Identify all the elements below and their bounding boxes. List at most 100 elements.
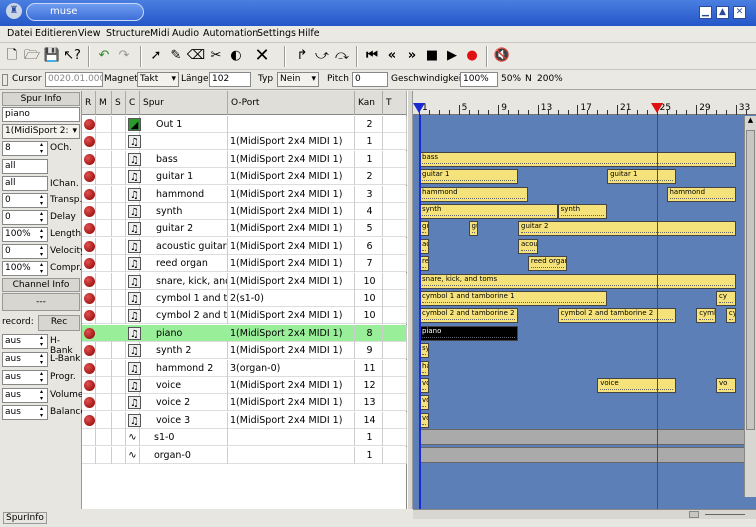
midi-part[interactable]: synth bbox=[419, 204, 558, 219]
midi-part[interactable]: guitar 1 bbox=[607, 169, 677, 185]
mute-cell[interactable] bbox=[96, 359, 112, 377]
solo-cell[interactable] bbox=[112, 394, 126, 412]
scissors-tool-icon[interactable]: ✂ bbox=[206, 46, 226, 66]
record-arm-icon[interactable] bbox=[84, 153, 95, 165]
maximize-icon[interactable]: ▲ bbox=[716, 6, 729, 19]
solo-cell[interactable] bbox=[112, 185, 126, 203]
mute-cell[interactable] bbox=[96, 429, 112, 447]
track-channel[interactable]: 10 bbox=[355, 290, 383, 307]
record-arm-icon[interactable] bbox=[84, 380, 95, 391]
time-ruler[interactable]: 1 5 9 13 17 21 25 29 33 bbox=[413, 91, 756, 115]
status-spurinfo[interactable]: SpurInfo bbox=[3, 512, 47, 524]
glue-tool-icon[interactable]: ◐ bbox=[226, 46, 246, 66]
lbank-spinbox[interactable]: aus bbox=[2, 352, 48, 367]
midi-part[interactable]: hammond bbox=[419, 186, 528, 202]
track-row[interactable]: snare, kick, and t1(MidiSport 2x4 MIDI 1… bbox=[82, 272, 407, 290]
mute-cell[interactable] bbox=[96, 377, 112, 394]
solo-cell[interactable] bbox=[112, 220, 126, 238]
play-icon[interactable]: ▶ bbox=[442, 46, 462, 66]
record-arm-icon[interactable] bbox=[84, 240, 95, 252]
track-row[interactable]: voice 2 1(MidiSport 2x4 MIDI 1) 13 ♫ bbox=[82, 394, 407, 412]
menu-automation[interactable]: Automation bbox=[203, 28, 258, 39]
midi-part[interactable]: guitar 1 bbox=[419, 169, 518, 185]
mute-cell[interactable] bbox=[96, 185, 112, 203]
record-arm-icon[interactable] bbox=[84, 293, 95, 304]
panic-icon[interactable]: ↱ bbox=[292, 46, 312, 66]
solo-cell[interactable] bbox=[112, 359, 126, 377]
mute-cell[interactable] bbox=[96, 116, 112, 133]
mute-cell[interactable] bbox=[96, 446, 112, 464]
midi-part[interactable]: gu bbox=[468, 221, 479, 237]
track-channel[interactable]: 3 bbox=[355, 185, 383, 203]
pencil-tool-icon[interactable]: ✎ bbox=[166, 46, 186, 66]
column-header-spur[interactable]: Spur bbox=[140, 91, 228, 115]
left-marker-icon[interactable] bbox=[413, 103, 425, 113]
help-whatsthis-icon[interactable]: ↖? bbox=[62, 46, 82, 66]
solo-cell[interactable] bbox=[112, 150, 126, 168]
track-channel[interactable]: 4 bbox=[355, 203, 383, 220]
mute-cell[interactable] bbox=[96, 290, 112, 307]
solo-cell[interactable] bbox=[112, 411, 126, 429]
playhead-marker-icon[interactable] bbox=[650, 103, 663, 113]
horizontal-scrollbar[interactable] bbox=[413, 509, 756, 519]
mute-cell[interactable] bbox=[96, 150, 112, 168]
record-icon[interactable]: ● bbox=[462, 46, 482, 66]
mute-cell[interactable] bbox=[96, 237, 112, 255]
open-folder-icon[interactable]: 🗁 bbox=[22, 46, 42, 66]
stop-icon[interactable]: ■ bbox=[422, 46, 442, 66]
redo-icon[interactable]: ↷ bbox=[114, 46, 134, 66]
mute-cell[interactable] bbox=[96, 272, 112, 290]
solo-cell[interactable] bbox=[112, 116, 126, 133]
pointer-tool-icon[interactable]: ➚ bbox=[146, 46, 166, 66]
record-cell[interactable] bbox=[82, 446, 96, 464]
hbank-spinbox[interactable]: aus bbox=[2, 334, 48, 349]
track-row[interactable]: 1(MidiSport 2x4 MIDI 1) 1 ♫ bbox=[82, 133, 407, 151]
eraser-tool-icon[interactable]: ⌫ bbox=[186, 46, 206, 66]
column-header-kan[interactable]: Kan bbox=[355, 91, 383, 115]
volume-spinbox[interactable]: aus bbox=[2, 388, 48, 403]
loop-icon[interactable]: ⤻ bbox=[312, 46, 332, 66]
menu-view[interactable]: View bbox=[78, 28, 101, 39]
spur-info-header[interactable]: Spur Info bbox=[2, 92, 80, 106]
channel-info-header[interactable]: Channel Info bbox=[2, 278, 80, 292]
column-header-t[interactable]: T bbox=[383, 91, 407, 115]
record-arm-icon[interactable] bbox=[84, 327, 95, 339]
track-channel[interactable]: 2 bbox=[355, 116, 383, 133]
midi-part[interactable]: guitar 2 bbox=[518, 221, 736, 237]
program-spinbox[interactable]: aus bbox=[2, 370, 48, 385]
punch-icon[interactable]: ⤼ bbox=[332, 46, 352, 66]
track-row[interactable]: Out 1 2 ◢ bbox=[82, 116, 407, 133]
toolbar-handle[interactable] bbox=[2, 74, 8, 86]
midi-part[interactable]: cymbol 1 and tamborine 1 bbox=[419, 291, 608, 306]
midi-part[interactable]: acous bbox=[518, 238, 538, 254]
record-arm-icon[interactable] bbox=[84, 188, 95, 200]
mute-tool-icon[interactable]: ✕ bbox=[252, 46, 272, 66]
record-arm-icon[interactable] bbox=[84, 275, 95, 287]
mute-cell[interactable] bbox=[96, 255, 112, 273]
midi-part[interactable]: cymbol 2 and tamborine 2 bbox=[557, 308, 677, 324]
track-row[interactable]: synth 2 1(MidiSport 2x4 MIDI 1) 9 ♫ bbox=[82, 342, 407, 360]
track-channel[interactable]: 1 bbox=[355, 429, 383, 447]
panic-speaker-icon[interactable]: 🔇 bbox=[492, 46, 512, 66]
solo-cell[interactable] bbox=[112, 255, 126, 273]
column-header-r[interactable]: R bbox=[82, 91, 96, 115]
solo-cell[interactable] bbox=[112, 307, 126, 325]
column-header-s[interactable]: S bbox=[112, 91, 126, 115]
track-row[interactable]: guitar 1 1(MidiSport 2x4 MIDI 1) 2 ♫ bbox=[82, 168, 407, 186]
transpose-spinbox[interactable]: 0 bbox=[2, 193, 48, 208]
midi-part[interactable]: hammond bbox=[666, 186, 736, 202]
mute-cell[interactable] bbox=[96, 220, 112, 238]
delay-spinbox[interactable]: 0 bbox=[2, 210, 48, 225]
track-channel[interactable]: 1 bbox=[355, 150, 383, 168]
track-name-field[interactable]: piano bbox=[2, 107, 80, 122]
scroll-up-icon[interactable]: ▲ bbox=[746, 116, 755, 126]
midi-part[interactable]: cymb bbox=[696, 308, 716, 324]
minimize-icon[interactable]: ▁ bbox=[699, 6, 712, 19]
track-row[interactable]: piano 1(MidiSport 2x4 MIDI 1) 8 ♫ bbox=[82, 324, 407, 342]
track-row[interactable]: reed organ 1(MidiSport 2x4 MIDI 1) 7 ♫ bbox=[82, 255, 407, 273]
input-port-field[interactable]: all bbox=[2, 159, 48, 174]
midi-part[interactable]: voice bbox=[597, 378, 677, 393]
solo-cell[interactable] bbox=[112, 272, 126, 290]
track-row[interactable]: cymbol 1 and tam2(s1-0)10 ♫ bbox=[82, 290, 407, 307]
new-file-icon[interactable]: 🗋 bbox=[2, 46, 22, 66]
